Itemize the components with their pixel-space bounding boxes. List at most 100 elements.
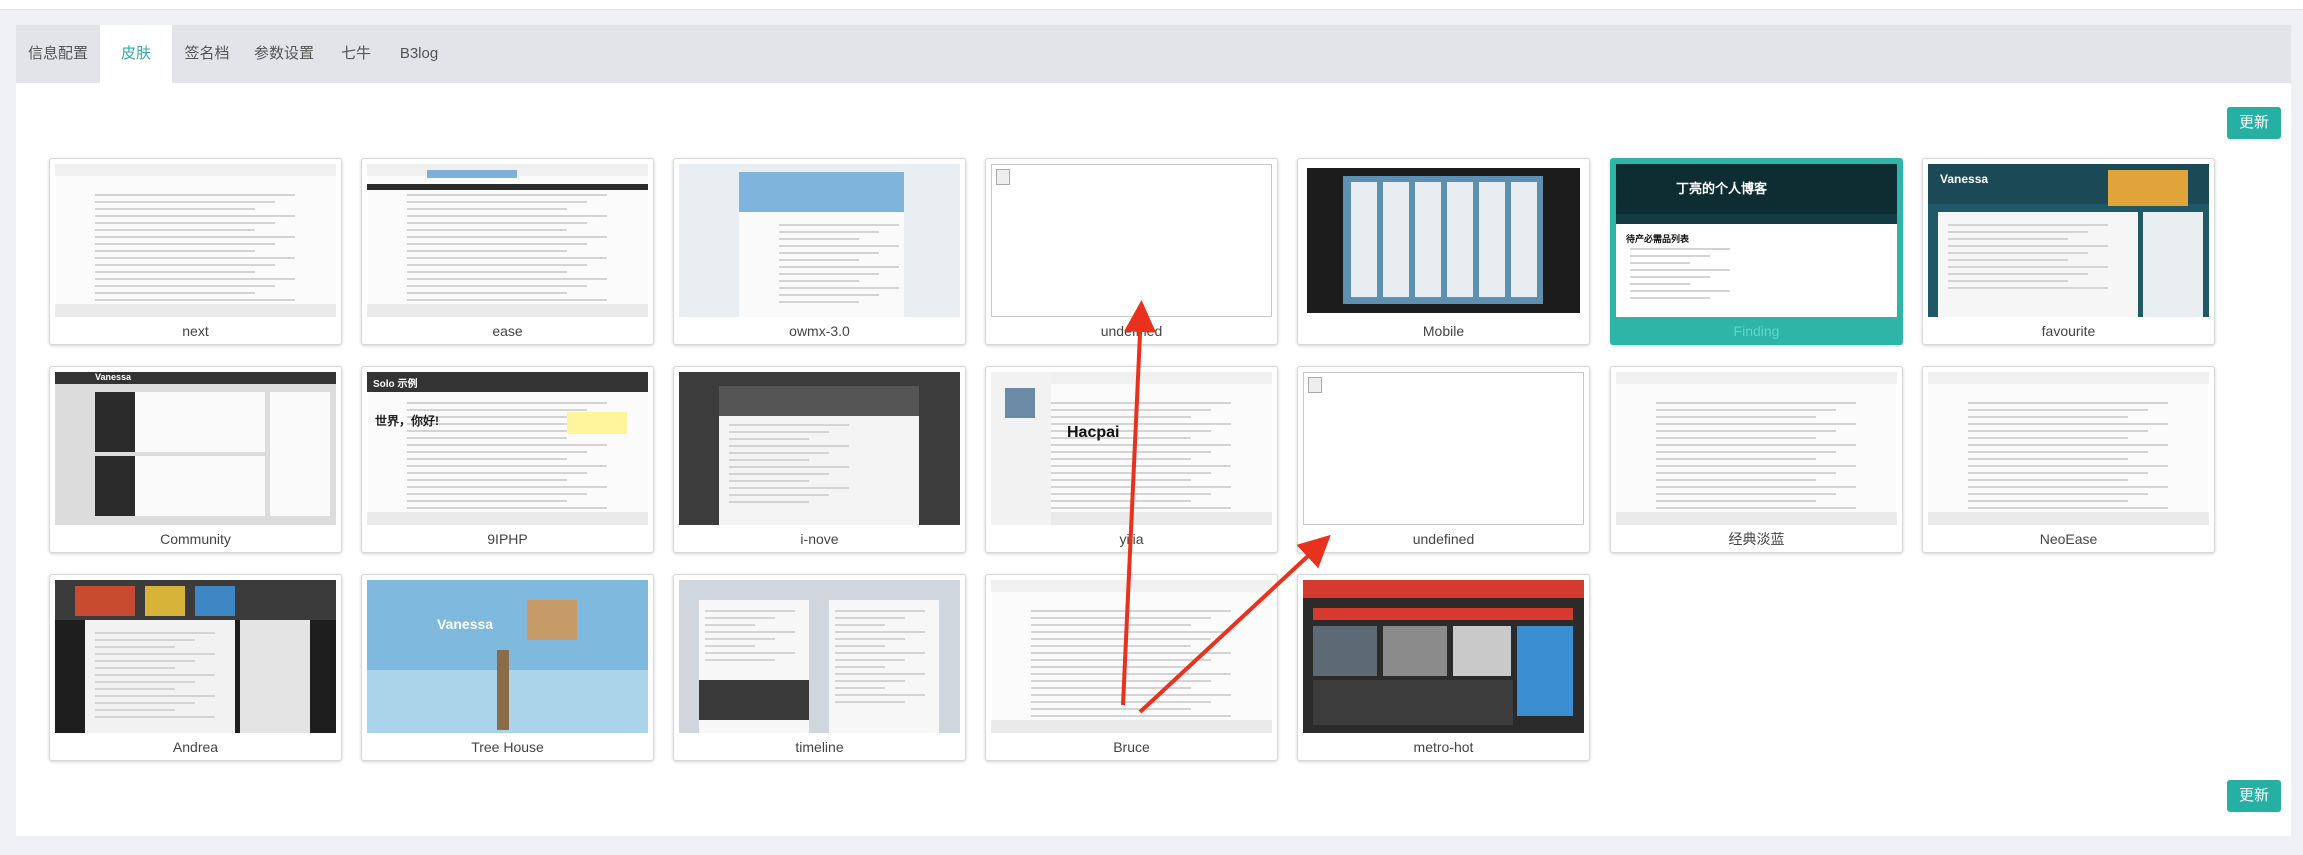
text-line	[1031, 409, 1211, 411]
text-line	[779, 266, 899, 268]
text-line	[1031, 493, 1211, 495]
skin-card[interactable]: Vanessa Community	[49, 366, 342, 553]
text-line	[95, 292, 255, 294]
skin-card[interactable]: metro-hot	[1297, 574, 1590, 761]
thumb-block	[427, 170, 517, 178]
text-line	[835, 652, 925, 654]
update-button-top[interactable]: 更新	[2227, 107, 2281, 139]
text-line	[1031, 680, 1211, 682]
skin-card[interactable]: Vanessa Tree House	[361, 574, 654, 761]
text-line	[407, 479, 567, 481]
update-button-bottom[interactable]: 更新	[2227, 780, 2281, 812]
text-line	[705, 659, 775, 661]
text-line	[1031, 430, 1211, 432]
thumb-block	[719, 386, 919, 416]
skin-card[interactable]: Andrea	[49, 574, 342, 761]
text-line	[1968, 416, 2128, 418]
text-line	[407, 507, 607, 509]
skin-name: NeoEase	[2039, 531, 2098, 547]
text-line	[1031, 465, 1231, 467]
skin-name: Tree House	[471, 739, 544, 755]
skin-card[interactable]: NeoEase	[1922, 366, 2215, 553]
thumb-block	[1616, 512, 1897, 525]
text-line	[1031, 652, 1231, 654]
thumb-block	[699, 680, 809, 720]
text-line	[1656, 507, 1856, 509]
skin-card[interactable]: Hacpai yilia	[985, 366, 1278, 553]
text-line	[1630, 276, 1710, 278]
skin-thumbnail	[1303, 580, 1584, 733]
skin-card[interactable]: 丁亮的个人博客 待产必需品列表 Finding	[1610, 158, 1903, 345]
text-line	[779, 280, 859, 282]
text-line	[729, 431, 829, 433]
tab-signature[interactable]: 签名档	[172, 25, 242, 83]
text-line	[407, 250, 567, 252]
thumb-block	[1383, 182, 1409, 297]
tab-b3log[interactable]: B3log	[386, 25, 452, 83]
skin-thumbnail: Vanessa	[367, 580, 648, 733]
thumb-title: Vanessa	[437, 616, 494, 632]
skin-card[interactable]: Vanessa favourite	[1922, 158, 2215, 345]
skin-card[interactable]: i-nove	[673, 366, 966, 553]
text-line	[407, 451, 587, 453]
text-line	[407, 243, 587, 245]
text-line	[1968, 465, 2168, 467]
skin-card[interactable]: 经典淡蓝	[1610, 366, 1903, 553]
thumb-title: Vanessa	[95, 372, 132, 382]
skin-name: Bruce	[1113, 739, 1150, 755]
skin-name: i-nove	[800, 531, 839, 547]
text-line	[729, 480, 809, 482]
text-line	[1968, 472, 2148, 474]
skin-card[interactable]: ease	[361, 158, 654, 345]
text-line	[407, 409, 587, 411]
text-line	[95, 243, 275, 245]
thumb-block	[1415, 182, 1441, 297]
text-line	[779, 245, 899, 247]
text-line	[1968, 444, 2168, 446]
text-line	[1656, 458, 1816, 460]
skin-thumbnail	[679, 580, 960, 733]
skin-thumbnail	[1303, 164, 1584, 317]
skin-card[interactable]: Mobile	[1297, 158, 1590, 345]
text-line	[1948, 266, 2108, 268]
skin-name: undefined	[1100, 323, 1163, 339]
text-line	[1031, 451, 1211, 453]
tab-info-config[interactable]: 信息配置	[16, 25, 100, 83]
tab-skin[interactable]: 皮肤	[100, 25, 172, 85]
text-line	[407, 299, 607, 301]
skin-card[interactable]: undefined	[985, 158, 1278, 345]
skin-name: ease	[492, 323, 523, 339]
tab-parameters[interactable]: 参数设置	[242, 25, 326, 83]
thumb-block	[1616, 372, 1897, 384]
text-line	[95, 660, 195, 662]
skin-card[interactable]: Solo 示例 世界，你好! 9IPHP	[361, 366, 654, 553]
text-line	[407, 493, 587, 495]
text-line	[95, 667, 175, 669]
text-line	[1031, 708, 1191, 710]
skin-card[interactable]: next	[49, 158, 342, 345]
text-line	[1948, 238, 2068, 240]
text-line	[407, 215, 607, 217]
tab-qiniu[interactable]: 七牛	[326, 25, 386, 83]
skin-thumbnail	[679, 372, 960, 525]
thumb-block	[1938, 212, 2138, 317]
text-line	[407, 430, 587, 432]
text-line	[1948, 245, 2108, 247]
text-line	[1948, 273, 2088, 275]
text-line	[1948, 224, 2108, 226]
text-line	[1656, 451, 1836, 453]
skin-card[interactable]: owmx-3.0	[673, 158, 966, 345]
thumb-title: Solo 示例	[373, 379, 418, 390]
thumb-block	[1447, 182, 1473, 297]
skin-card[interactable]: timeline	[673, 574, 966, 761]
text-line	[1031, 610, 1231, 612]
text-line	[95, 257, 295, 259]
thumb-block	[95, 456, 135, 516]
text-line	[1031, 624, 1191, 626]
skin-name: 9IPHP	[487, 531, 528, 547]
text-line	[1031, 701, 1211, 703]
skin-card[interactable]: Bruce	[985, 574, 1278, 761]
skin-card[interactable]: undefined	[1297, 366, 1590, 553]
text-line	[729, 452, 829, 454]
text-line	[729, 501, 809, 503]
